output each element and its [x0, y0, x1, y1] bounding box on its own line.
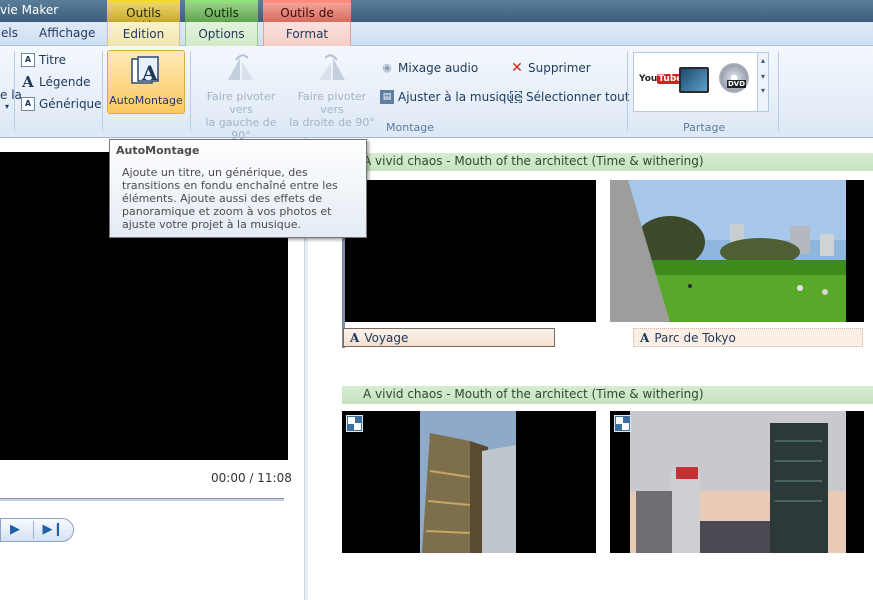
- city-dusk-photo: [630, 411, 864, 553]
- caption-2-text: Parc de Tokyo: [654, 331, 736, 345]
- audio-mix-label: Mixage audio: [398, 61, 479, 75]
- ribbon-separator: [778, 51, 779, 131]
- tab-affichage[interactable]: Affichage: [39, 26, 95, 40]
- fit-to-music-button[interactable]: ▤ Ajuster à la musique: [380, 90, 521, 104]
- music-track[interactable]: A vivid chaos - Mouth of the architect (…: [342, 386, 873, 404]
- tooltip-title: AutoMontage: [116, 144, 200, 157]
- group-label-montage: Montage: [386, 121, 434, 134]
- share-gallery-scroll[interactable]: ▴ ▾ ▾: [757, 52, 769, 112]
- title-bar: vie Maker Outils vidéo Outils audio Outi…: [0, 0, 873, 34]
- ctx-group-text-tools: Outils de texte: [263, 0, 351, 34]
- playback-controls: ▶ ▶❙: [0, 518, 74, 542]
- seek-bar[interactable]: [0, 498, 284, 501]
- tooltip-body: Ajoute un titre, un générique, des trans…: [122, 166, 338, 231]
- window-title: vie Maker: [0, 3, 59, 17]
- ribbon-separator: [627, 51, 628, 131]
- tab-edition[interactable]: Edition: [107, 22, 180, 46]
- clip-thumbnail[interactable]: [342, 411, 596, 553]
- audio-mix-button[interactable]: ◉ Mixage audio: [380, 61, 478, 75]
- ribbon: e la ▾ A Titre A Légende A Générique A A…: [0, 46, 873, 142]
- automontage-label: AutoMontage: [109, 94, 183, 107]
- caption-text-icon: A: [350, 331, 360, 345]
- svg-text:A: A: [141, 61, 158, 85]
- partial-button[interactable]: e la: [0, 88, 22, 102]
- automontage-icon: A: [131, 56, 159, 85]
- fit-to-music-icon: ▤: [380, 90, 394, 104]
- title-icon: A: [21, 53, 35, 67]
- caption-voyage[interactable]: A Voyage: [343, 328, 555, 347]
- rotate-left-line1: Faire pivoter vers: [206, 90, 276, 116]
- tab-partial[interactable]: els: [1, 26, 18, 40]
- delete-button[interactable]: ✕ Supprimer: [510, 61, 591, 75]
- add-title-label: Titre: [39, 53, 67, 67]
- rotate-right-line1: Faire pivoter vers: [297, 90, 367, 116]
- rotate-right-icon: [319, 54, 345, 80]
- clip-thumbnail[interactable]: [344, 180, 596, 322]
- rotate-right-button[interactable]: Faire pivoter vers la droite de 90°: [286, 52, 378, 129]
- play-icon[interactable]: ▶: [1, 522, 29, 538]
- credits-icon: A: [21, 97, 35, 111]
- fit-to-music-label: Ajuster à la musique: [398, 90, 522, 104]
- rotate-left-button[interactable]: Faire pivoter vers la gauche de 90°: [195, 52, 287, 142]
- delete-label: Supprimer: [528, 61, 591, 75]
- ribbon-tabs: els Affichage Edition Options Format: [0, 22, 873, 46]
- chevron-up-icon[interactable]: ▴: [758, 56, 768, 65]
- automontage-button[interactable]: A AutoMontage: [107, 50, 185, 114]
- add-title-button[interactable]: A Titre: [21, 53, 66, 67]
- add-credits-label: Générique: [39, 97, 102, 111]
- caption-text-icon: A: [640, 331, 650, 345]
- audio-mix-icon: ◉: [382, 61, 392, 74]
- dvd-icon[interactable]: DVD: [719, 63, 749, 93]
- chevron-down-icon: ▾: [5, 102, 10, 111]
- next-frame-icon[interactable]: ▶❙: [39, 522, 67, 538]
- rotate-left-icon: [228, 54, 254, 80]
- ctx-group-audio-tools: Outils audio: [185, 0, 258, 34]
- chevron-down-icon[interactable]: ▾: [758, 72, 768, 81]
- ribbon-separator: [14, 51, 15, 131]
- caption-parc-de-tokyo[interactable]: A Parc de Tokyo: [633, 328, 863, 347]
- add-credits-button[interactable]: A Générique: [21, 97, 102, 111]
- expand-icon[interactable]: ▾: [758, 86, 768, 95]
- ribbon-separator: [102, 51, 103, 131]
- caption-icon: A: [22, 73, 34, 91]
- partial-label: e la: [0, 88, 22, 102]
- automontage-tooltip: AutoMontage Ajoute un titre, un génériqu…: [109, 139, 367, 238]
- rotate-right-line2: la droite de 90°: [289, 116, 375, 129]
- delete-icon: ✕: [511, 60, 523, 76]
- youtube-icon[interactable]: YouTube: [639, 74, 684, 90]
- select-all-icon: [510, 91, 522, 103]
- clip-thumbnail[interactable]: [610, 180, 864, 322]
- music-track[interactable]: A vivid chaos - Mouth of the architect (…: [342, 153, 873, 171]
- tab-options[interactable]: Options: [185, 22, 258, 46]
- playback-time: 00:00 / 11:08: [211, 471, 292, 485]
- share-gallery: YouTube DVD: [633, 52, 758, 112]
- add-caption-button[interactable]: A Légende: [21, 73, 91, 91]
- ribbon-separator: [190, 51, 191, 131]
- select-all-button[interactable]: Sélectionner tout: [510, 90, 629, 104]
- clip-thumbnail[interactable]: [610, 411, 864, 553]
- select-all-label: Sélectionner tout: [526, 90, 630, 104]
- skyscraper-photo: [420, 411, 516, 553]
- ctx-group-video-tools: Outils vidéo: [107, 0, 180, 34]
- park-photo: [610, 180, 864, 322]
- pan-zoom-icon: [346, 415, 363, 432]
- monitor-icon[interactable]: [679, 67, 709, 93]
- caption-1-text: Voyage: [364, 331, 409, 345]
- group-label-partage: Partage: [683, 121, 726, 134]
- tab-format[interactable]: Format: [263, 22, 351, 46]
- controls-divider: [33, 521, 34, 539]
- add-caption-label: Légende: [39, 75, 91, 89]
- pan-zoom-icon: [614, 415, 631, 432]
